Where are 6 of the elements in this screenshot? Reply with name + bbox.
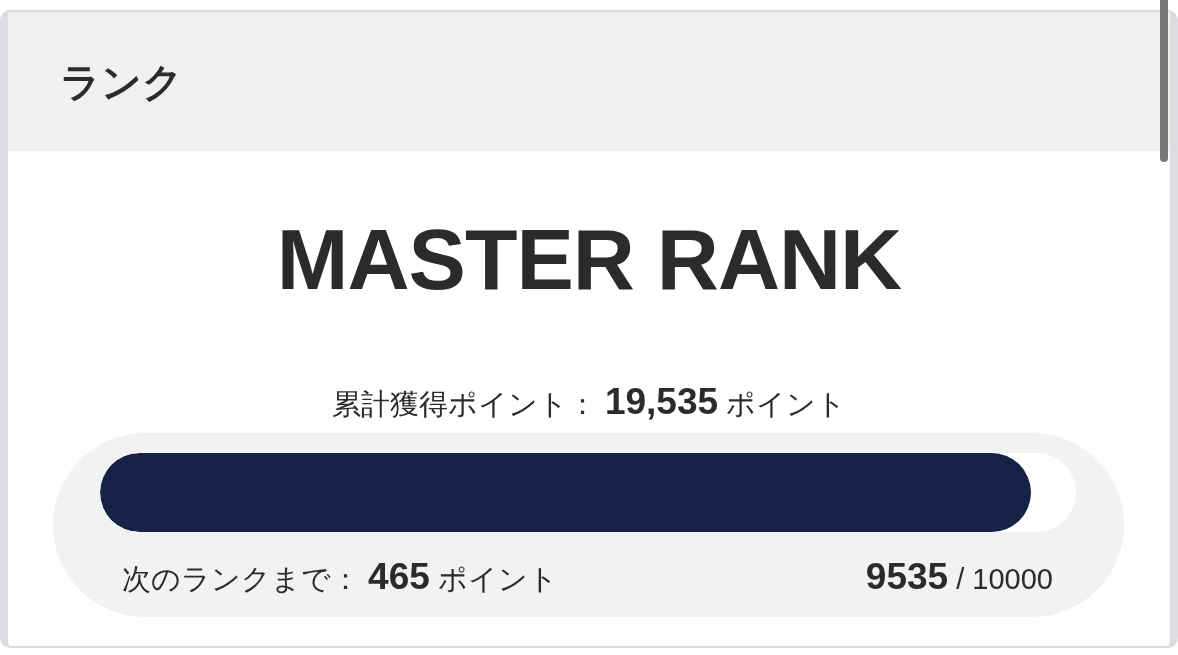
total-points-text: 累計獲得ポイント： 19,535 ポイント xyxy=(331,380,847,424)
rank-name: MASTER RANK xyxy=(276,210,902,309)
remaining-points-text: 次のランクまで： 465 ポイント xyxy=(122,555,558,599)
progress-count-text: 9535 / 10000 xyxy=(865,555,1053,599)
card-title: ランク xyxy=(60,58,183,106)
scrollbar-thumb[interactable] xyxy=(1160,0,1168,162)
